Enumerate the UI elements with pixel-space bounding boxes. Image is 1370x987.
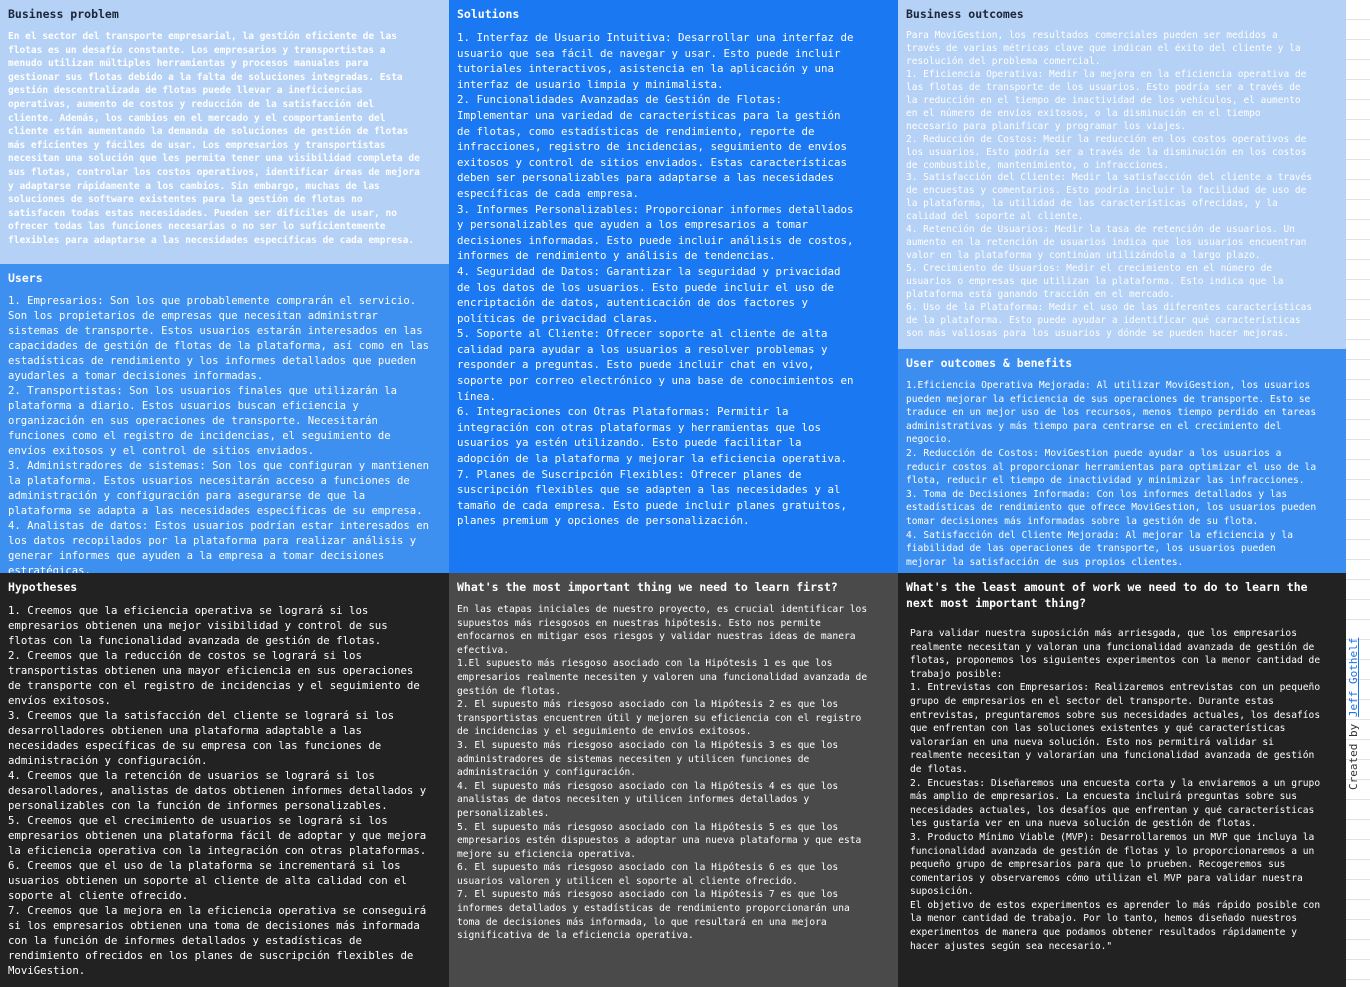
users-text: 1. Empresarios: Son los que probablement… [8,295,429,573]
least-work-title: What's the least amount of work we need … [906,580,1308,610]
least-work-box: What's the least amount of work we need … [898,573,1346,987]
grid-background [1346,0,1370,987]
business-problem-text: En el sector del transporte empresarial,… [8,31,420,246]
author-link[interactable]: Jeff Gothelf [1347,638,1360,717]
business-problem-title: Business problem [8,7,119,21]
solutions-text: 1. Interfaz de Usuario Intuitiva: Desarr… [457,31,854,528]
hypotheses-text: 1. Creemos que la eficiencia operativa s… [8,604,427,977]
solutions-title: Solutions [457,7,520,21]
hypotheses-box: Hypotheses 1. Creemos que la eficiencia … [0,573,449,987]
users-title: Users [8,271,43,285]
business-problem-box: Business problem En el sector del transp… [0,0,449,264]
user-outcomes-title: User outcomes & benefits [906,356,1073,370]
hypotheses-title: Hypotheses [8,580,78,594]
learn-first-title: What's the most important thing we need … [457,580,838,594]
credit-prefix: Created by [1347,717,1360,790]
lean-ux-canvas: Business problem En el sector del transp… [0,0,1346,987]
user-outcomes-box: User outcomes & benefits 1.Eficiencia Op… [898,349,1346,573]
business-outcomes-box: Business outcomes Para MoviGestion, los … [898,0,1346,349]
users-box: Users 1. Empresarios: Son los que probab… [0,264,449,573]
business-outcomes-text: Para MoviGestion, los resultados comerci… [906,30,1313,339]
credit-text: Created by Jeff Gothelf [1347,638,1360,790]
learn-first-box: What's the most important thing we need … [449,573,898,987]
learn-first-text: En las etapas iniciales de nuestro proye… [457,604,868,942]
solutions-box: Solutions 1. Interfaz de Usuario Intuiti… [449,0,898,573]
business-outcomes-title: Business outcomes [906,7,1024,21]
user-outcomes-text: 1.Eficiencia Operativa Mejorada: Al util… [906,380,1317,568]
least-work-text: Para validar nuestra suposición más arri… [910,628,1321,952]
credit-strip: Created by Jeff Gothelf [1346,0,1370,987]
